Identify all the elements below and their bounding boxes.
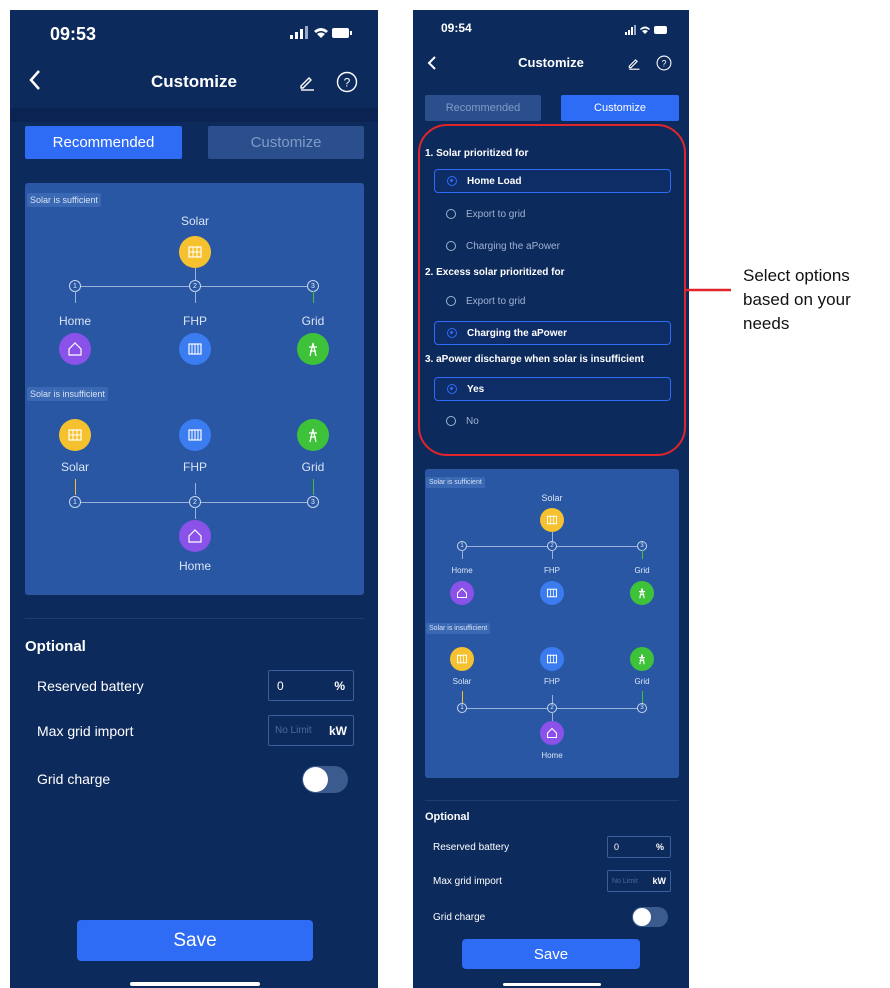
annotation-line: needs bbox=[743, 314, 790, 333]
highlight-outline bbox=[418, 124, 686, 456]
annotation-text: Select options based on your needs bbox=[743, 264, 851, 336]
annotation-overlay bbox=[418, 124, 731, 456]
annotation-line: based on your bbox=[743, 290, 851, 309]
annotation-line: Select options bbox=[743, 266, 850, 285]
